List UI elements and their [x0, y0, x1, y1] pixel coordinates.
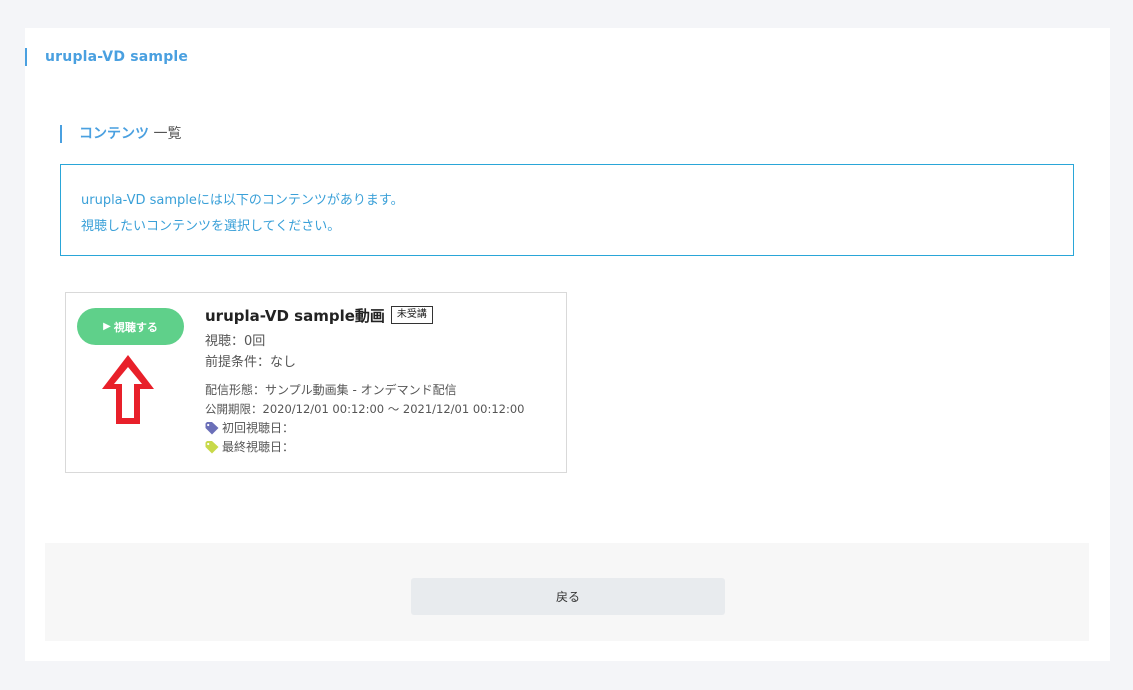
- first-view-date: 初回視聴日：: [222, 421, 295, 435]
- card-meta-detail: 配信形態：サンプル動画集 - オンデマンド配信 公開期限：2020/12/01 …: [205, 381, 560, 457]
- section-heading-rest: 一覧: [149, 126, 182, 142]
- status-badge: 未受講: [390, 306, 433, 324]
- last-view-tag-icon: [205, 441, 219, 454]
- first-view-row: 初回視聴日：: [205, 419, 560, 438]
- last-view-date: 最終視聴日：: [222, 440, 295, 454]
- first-view-tag-icon: [205, 422, 219, 435]
- content-card: ▶ 視聴する urupla-VD sample動画 未受講 視聴：0回 前提条件…: [65, 292, 567, 473]
- page-title: urupla-VD sample: [25, 48, 188, 66]
- card-body: urupla-VD sample動画 未受講 視聴：0回 前提条件：なし 配信形…: [205, 304, 560, 457]
- info-box: urupla-VD sampleには以下のコンテンツがあります。 視聴したいコン…: [60, 164, 1074, 256]
- prerequisite: 前提条件：なし: [205, 355, 297, 370]
- footer: 戻る: [45, 543, 1089, 641]
- publish-period: 公開期限：2020/12/01 00:12:00 ～ 2021/12/01 00…: [205, 402, 525, 416]
- back-button[interactable]: 戻る: [411, 578, 725, 615]
- delivery-type: 配信形態：サンプル動画集 - オンデマンド配信: [205, 383, 457, 397]
- watch-button[interactable]: ▶ 視聴する: [77, 308, 184, 345]
- view-count: 視聴：0回: [205, 334, 266, 349]
- info-line-1: urupla-VD sampleには以下のコンテンツがあります。: [81, 193, 404, 208]
- main-panel: urupla-VD sample コンテンツ 一覧 urupla-VD samp…: [25, 28, 1110, 661]
- card-title-row: urupla-VD sample動画 未受講: [205, 304, 560, 326]
- up-arrow-icon: [102, 355, 154, 424]
- play-triangle-icon: ▶: [103, 321, 111, 332]
- section-heading: コンテンツ 一覧: [60, 125, 181, 143]
- last-view-row: 最終視聴日：: [205, 438, 560, 457]
- content-title: urupla-VD sample動画: [205, 306, 385, 325]
- info-line-2: 視聴したいコンテンツを選択してください。: [81, 219, 341, 234]
- section-heading-accent: コンテンツ: [79, 126, 149, 142]
- card-meta: 視聴：0回 前提条件：なし: [205, 331, 560, 373]
- watch-button-label: 視聴する: [113, 320, 158, 334]
